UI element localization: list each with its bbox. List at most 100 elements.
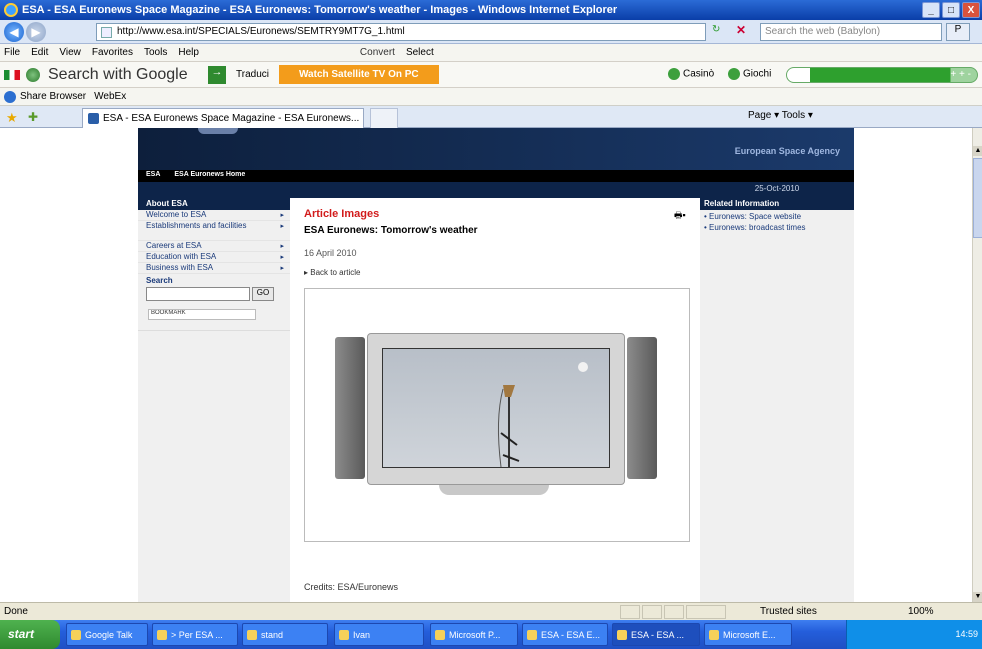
web-search-input[interactable]: Search the web (Babylon) — [760, 23, 942, 41]
maximize-button[interactable]: □ — [942, 2, 960, 18]
select-button[interactable]: Select — [406, 47, 434, 58]
tab-bar: ★ ✚ ESA - ESA Euronews Space Magazine - … — [0, 106, 982, 128]
sidebar-item-label: Careers at ESA — [146, 241, 202, 250]
site-search-label: Search — [146, 276, 173, 285]
image-credits: Credits: ESA/Euronews — [304, 582, 399, 592]
command-bar[interactable]: Page ▾ Tools ▾ — [748, 110, 813, 121]
menu-file[interactable]: File — [4, 47, 20, 58]
tab-label: ESA - ESA Euronews Space Magazine - ESA … — [103, 113, 360, 124]
tv-left-speaker — [335, 337, 365, 479]
status-text: Done — [4, 606, 28, 617]
right-sidebar: Related Information • Euronews: Space we… — [700, 198, 854, 602]
convert-button[interactable]: Convert — [360, 47, 395, 58]
scroll-thumb[interactable] — [973, 158, 982, 238]
scroll-down-icon[interactable]: ▼ — [973, 592, 982, 602]
menu-tools[interactable]: Tools — [144, 47, 167, 58]
site-search-input[interactable] — [146, 287, 250, 301]
tv-right-speaker — [627, 337, 657, 479]
window-title: ESA - ESA Euronews Space Magazine - ESA … — [22, 4, 618, 16]
tv-stand — [439, 485, 549, 495]
sidebar-item-business[interactable]: Business with ESA ▸ — [138, 263, 290, 274]
taskbar-microsoft-excel[interactable]: Microsoft E... — [704, 623, 792, 646]
status-segment — [664, 605, 684, 619]
add-favorite-icon[interactable]: ✚ — [28, 110, 38, 124]
related-link-euronews-website[interactable]: • Euronews: Space website — [700, 210, 854, 221]
google-search-input[interactable]: Search with Google — [48, 66, 204, 84]
menu-bar: File Edit View Favorites Tools Help Conv… — [0, 44, 982, 62]
zoom-level[interactable]: 100% — [908, 606, 934, 617]
nav-esa-link[interactable]: ESA — [146, 171, 160, 178]
ie-logo-icon — [4, 3, 18, 17]
nav-euronews-home-link[interactable]: ESA Euronews Home — [174, 171, 245, 178]
forward-button[interactable]: ▶ — [26, 21, 46, 42]
sidebar-item-establishments[interactable]: Establishments and facilities ▸ — [138, 221, 290, 241]
start-button[interactable]: start — [0, 620, 60, 649]
share-browser-link[interactable]: Share Browser — [20, 91, 86, 102]
favorites-star-icon[interactable]: ★ — [6, 110, 18, 126]
print-icon[interactable]: 🖶▪ — [674, 208, 686, 224]
traduci-button[interactable]: Traduci — [236, 69, 269, 80]
site-nav: ESA ESA Euronews Home — [138, 170, 854, 182]
google-go-button[interactable]: → — [208, 65, 226, 84]
vertical-scrollbar[interactable]: ▲ ▼ — [972, 128, 982, 602]
sidebar-item-welcome[interactable]: Welcome to ESA ▸ — [138, 210, 290, 221]
tv-body — [367, 333, 625, 485]
sidebar-item-careers[interactable]: Careers at ESA ▸ — [138, 241, 290, 252]
arrow-icon: ▸ — [280, 223, 284, 230]
back-button[interactable]: ◀ — [4, 21, 24, 42]
arrow-icon: ▸ — [280, 265, 284, 272]
weather-station-figure — [497, 362, 588, 468]
sidebar-item-label: Education with ESA — [146, 252, 217, 261]
security-icon[interactable] — [686, 605, 726, 619]
giochi-button[interactable]: Giochi — [728, 68, 771, 80]
sidebar-item-education[interactable]: Education with ESA ▸ — [138, 252, 290, 263]
taskbar-ivan[interactable]: Ivan — [334, 623, 424, 646]
menu-edit[interactable]: Edit — [31, 47, 48, 58]
giochi-label: Giochi — [743, 68, 772, 80]
scroll-up-icon[interactable]: ▲ — [973, 146, 982, 156]
casino-button[interactable]: Casinò — [668, 68, 714, 80]
webex-link[interactable]: WebEx — [94, 91, 126, 102]
close-button[interactable]: X — [962, 2, 980, 18]
giochi-icon — [728, 68, 740, 80]
address-url: http://www.esa.int/SPECIALS/Euronews/SEM… — [117, 26, 405, 37]
minimize-button[interactable]: _ — [922, 2, 940, 18]
refresh-icon[interactable]: ↻ — [712, 24, 720, 35]
system-tray: 14:59 — [846, 620, 982, 649]
address-input[interactable]: http://www.esa.int/SPECIALS/Euronews/SEM… — [96, 23, 706, 41]
menu-view[interactable]: View — [59, 47, 81, 58]
sidebar-heading: About ESA — [138, 198, 290, 210]
page-icon — [101, 27, 112, 38]
links-bar: Share Browser WebEx — [0, 88, 982, 106]
status-segment — [642, 605, 662, 619]
taskbar-microsoft-powerpoint[interactable]: Microsoft P... — [430, 623, 518, 646]
sidebar-item-label: Business with ESA — [146, 263, 214, 272]
taskbar-esa-2[interactable]: ESA - ESA ... — [612, 623, 700, 646]
volume-slider[interactable]: + + - — [786, 67, 978, 83]
web-page: European Space Agency ESA ESA Euronews H… — [0, 128, 972, 602]
menu-favorites[interactable]: Favorites — [92, 47, 133, 58]
site-search-go-button[interactable]: GO — [252, 287, 274, 301]
menu-help[interactable]: Help — [178, 47, 199, 58]
tab-esa[interactable]: ESA - ESA Euronews Space Magazine - ESA … — [82, 108, 364, 128]
related-link-broadcast-times[interactable]: • Euronews: broadcast times — [700, 221, 854, 232]
related-link-label: Euronews: Space website — [709, 212, 802, 221]
google-toolbar: Search with Google → Traduci Watch Satel… — [0, 62, 982, 88]
back-to-article-link[interactable]: ▸ Back to article — [304, 268, 361, 277]
security-zone[interactable]: Trusted sites — [760, 606, 817, 617]
taskbar-esa-1[interactable]: ESA - ESA E... — [522, 623, 608, 646]
taskbar-per-esa[interactable]: > Per ESA ... — [152, 623, 238, 646]
arrow-icon: ▸ — [280, 254, 284, 261]
taskbar-google-talk[interactable]: Google Talk — [66, 623, 148, 646]
new-tab-button[interactable] — [370, 108, 398, 128]
window-title-bar: ESA - ESA Euronews Space Magazine - ESA … — [0, 0, 982, 20]
bookmark-button[interactable]: BOOKMARK — [148, 309, 256, 320]
taskbar-stand[interactable]: stand — [242, 623, 328, 646]
site-date: 25-Oct-2010 — [754, 184, 800, 193]
stop-icon[interactable]: ✕ — [736, 23, 746, 37]
search-button[interactable]: P — [946, 23, 970, 41]
google-icon[interactable] — [26, 67, 40, 82]
watch-satellite-tv-button[interactable]: Watch Satellite TV On PC — [278, 65, 439, 84]
related-link-label: Euronews: broadcast times — [709, 223, 806, 232]
share-browser-icon — [4, 90, 16, 103]
